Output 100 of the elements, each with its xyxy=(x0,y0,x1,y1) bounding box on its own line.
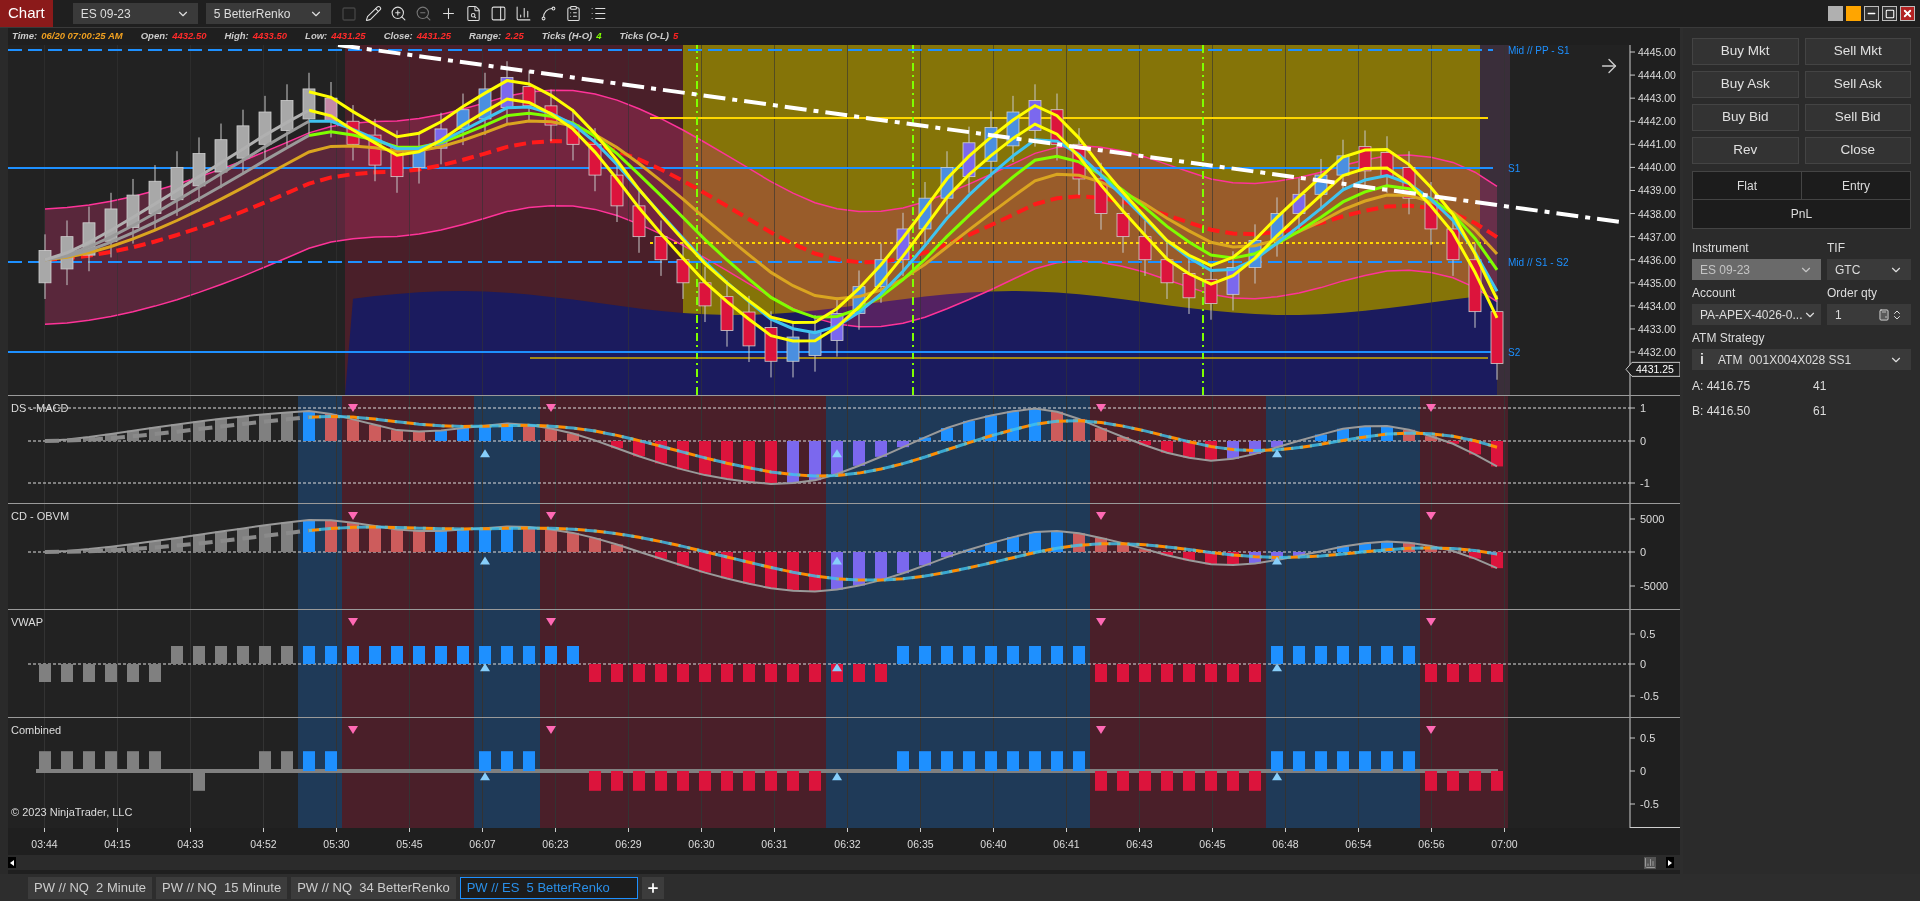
tile-window-button[interactable] xyxy=(1828,6,1843,21)
account-dropdown[interactable]: PA-APEX-4026-0... xyxy=(1692,304,1821,325)
axis-label: 0 xyxy=(1640,658,1647,670)
price-axis-label: 4442.00 xyxy=(1638,115,1676,128)
order-button[interactable]: Buy Ask xyxy=(1692,71,1799,98)
order-button[interactable]: Buy Mkt xyxy=(1692,38,1799,65)
info-value: 4432.50 xyxy=(172,29,207,44)
chart-tab[interactable]: PW // NQ 34 BetterRenko xyxy=(291,877,456,899)
info-label: Open: xyxy=(140,29,169,44)
time-axis-label: 06:35 xyxy=(907,837,934,852)
quote-price: B: 4416.50 xyxy=(1692,403,1752,420)
pane-title: Combined xyxy=(11,724,62,736)
chart-scale-icon[interactable] xyxy=(1644,856,1656,869)
time-axis-label: 06:48 xyxy=(1272,837,1299,852)
axis-label: 0.5 xyxy=(1640,732,1656,744)
pivot-level-label: Mid // PP - S1 xyxy=(1508,45,1570,56)
chart-title: Chart xyxy=(0,0,53,27)
price-axis-label: 4443.00 xyxy=(1638,92,1676,105)
info-label: Ticks (H-O) xyxy=(541,29,593,44)
info-value: 4431.25 xyxy=(416,29,451,44)
panel-icon[interactable] xyxy=(489,5,507,22)
zoom-out-icon[interactable] xyxy=(414,5,432,22)
axis-label: 0 xyxy=(1640,546,1647,558)
field-label: TIF xyxy=(1827,240,1846,257)
field-label: Instrument xyxy=(1692,240,1750,257)
entry-button[interactable]: Entry xyxy=(1802,172,1910,199)
zoom-in-icon[interactable] xyxy=(389,5,407,22)
price-axis-label: 4441.00 xyxy=(1638,138,1676,151)
current-price-tag: 4431.25 xyxy=(1625,361,1680,377)
spinner-icon[interactable] xyxy=(1891,308,1903,321)
info-value: 5 xyxy=(673,29,679,44)
order-button[interactable]: Rev xyxy=(1692,137,1799,164)
bar-type-dropdown[interactable]: 5 BetterRenko xyxy=(205,3,331,24)
info-label: Range: xyxy=(469,29,502,44)
axis-label: -1 xyxy=(1640,477,1650,489)
copyright-text: © 2023 NinjaTrader, LLC xyxy=(11,806,133,818)
order-qty-field[interactable]: 1 xyxy=(1827,304,1911,325)
time-axis-label: 04:52 xyxy=(250,837,277,852)
time-axis-label: 06:31 xyxy=(761,837,788,852)
time-axis-label: 05:45 xyxy=(396,837,423,852)
info-label: Ticks (O-L) xyxy=(619,29,669,44)
axis-label: 0 xyxy=(1640,435,1647,447)
instrument-dropdown[interactable]: ES 09-23 xyxy=(72,3,198,24)
flat-button[interactable]: Flat xyxy=(1693,172,1802,199)
scroll-left-button[interactable] xyxy=(8,857,16,868)
document-search-icon[interactable] xyxy=(464,5,482,22)
price-axis-label: 4436.00 xyxy=(1638,253,1676,266)
price-axis-label: 4433.00 xyxy=(1638,322,1676,335)
chart-tab[interactable]: PW // ES 5 BetterRenko xyxy=(459,877,638,899)
left-triangle-icon xyxy=(10,859,14,866)
axis-label: 0 xyxy=(1640,765,1647,777)
info-label: Low: xyxy=(305,29,328,44)
axis-label: -0.5 xyxy=(1640,690,1659,702)
maximize-icon xyxy=(1884,8,1895,19)
chart-tab[interactable]: PW // NQ 2 Minute xyxy=(28,877,152,899)
quote-size: 41 xyxy=(1813,378,1827,395)
list-icon[interactable] xyxy=(589,5,607,22)
order-button[interactable]: Sell Mkt xyxy=(1804,38,1911,65)
pane-title: VWAP xyxy=(11,616,43,628)
axis-label: -5000 xyxy=(1640,580,1669,592)
info-value: 2.25 xyxy=(505,29,524,44)
info-value: 4433.50 xyxy=(252,29,288,44)
clipboard-icon[interactable] xyxy=(564,5,582,22)
price-axis-label: 4439.00 xyxy=(1638,184,1676,197)
info-label: High: xyxy=(224,29,249,44)
minimize-button[interactable] xyxy=(1864,6,1879,21)
right-triangle-icon xyxy=(1668,859,1672,866)
calculator-icon[interactable] xyxy=(1878,308,1890,321)
add-tab-button[interactable] xyxy=(641,877,664,899)
time-axis-label: 04:15 xyxy=(104,837,131,852)
order-button[interactable]: Close xyxy=(1804,137,1911,164)
atm-strategy-dropdown[interactable]: i ATM 001X004X028 SS1 xyxy=(1692,349,1911,370)
field-label: ATM Strategy xyxy=(1692,330,1766,347)
info-value: 06/20 07:00:25 AM xyxy=(41,29,123,44)
close-icon xyxy=(1902,8,1913,19)
price-axis-label: 4435.00 xyxy=(1638,276,1676,289)
pnl-button[interactable]: PnL xyxy=(1693,200,1910,228)
order-button[interactable]: Sell Bid xyxy=(1804,104,1911,131)
time-axis-label: 06:43 xyxy=(1126,837,1153,852)
scroll-right-button[interactable] xyxy=(1666,857,1674,868)
info-value: 4 xyxy=(596,29,602,44)
time-axis-label: 05:30 xyxy=(323,837,350,852)
order-button[interactable]: Sell Ask xyxy=(1804,71,1911,98)
field-label: Account xyxy=(1692,285,1737,302)
bar-chart-icon[interactable] xyxy=(514,5,532,22)
field-label: Order qty xyxy=(1827,285,1878,302)
maximize-button[interactable] xyxy=(1882,6,1897,21)
plus-icon xyxy=(645,881,660,895)
close-button[interactable] xyxy=(1900,6,1915,21)
time-axis-label: 06:30 xyxy=(688,837,715,852)
axis-label: -0.5 xyxy=(1640,798,1659,810)
price-axis-label: 4432.00 xyxy=(1638,346,1676,359)
info-value: 4431.25 xyxy=(331,29,366,44)
time-axis-label: 06:41 xyxy=(1053,837,1080,852)
pencil-icon[interactable] xyxy=(364,5,382,22)
tif-dropdown[interactable]: GTC xyxy=(1827,259,1911,280)
line-chart-icon[interactable] xyxy=(539,5,557,22)
chart-tab[interactable]: PW // NQ 15 Minute xyxy=(156,877,288,899)
info-glyph: i xyxy=(1700,350,1705,369)
order-button[interactable]: Buy Bid xyxy=(1692,104,1799,131)
